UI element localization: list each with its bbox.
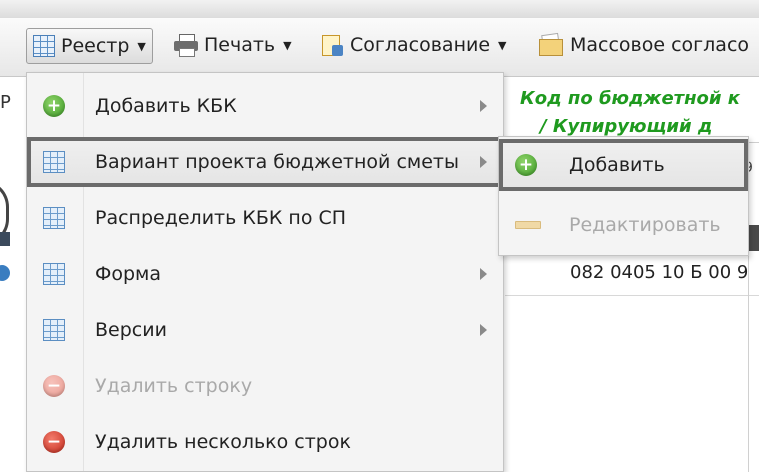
submenu-arrow-icon	[480, 156, 487, 168]
menu-item-label: Вариант проекта бюджетной сметы	[95, 151, 459, 173]
submenu-item-add[interactable]: + Добавить	[499, 139, 748, 191]
menu-item-label: Версии	[95, 319, 167, 341]
toolbar: Реестр ▼ Печать ▼ Согласование ▼ Массово…	[0, 18, 759, 77]
mass-approval-button[interactable]: Массовое согласо	[538, 28, 749, 62]
menu-item-versions[interactable]: Версии	[27, 305, 503, 355]
envelope-icon	[538, 32, 564, 56]
menu-item-label: Удалить строку	[95, 375, 253, 397]
submenu-arrow-icon	[480, 324, 487, 336]
mass-approval-label: Массовое согласо	[570, 34, 750, 56]
menu-item-distribute-kbk[interactable]: Распределить КБК по СП	[27, 193, 503, 243]
column-header-line1: Код по бюджетной к	[520, 88, 741, 109]
registry-label: Реестр	[61, 35, 130, 57]
table-icon	[43, 151, 65, 173]
table-icon	[43, 263, 65, 285]
row-divider	[505, 295, 759, 296]
column-header-line2: / Купирующий д	[540, 116, 713, 137]
submenu-item-label: Добавить	[569, 154, 665, 176]
print-menu-button[interactable]: Печать ▼	[174, 28, 292, 62]
menu-item-label: Добавить КБК	[95, 95, 237, 117]
approval-menu-button[interactable]: Согласование ▼	[320, 28, 507, 62]
submenu-arrow-icon	[480, 268, 487, 280]
grid-cell-code[interactable]: 082 0405 10 Б 00 9	[570, 262, 748, 283]
submenu-item-edit[interactable]: Редактировать	[499, 199, 748, 251]
grid-left-letter: Р	[0, 92, 11, 113]
menu-item-delete-row[interactable]: − Удалить строку	[27, 361, 503, 411]
approval-icon	[320, 33, 344, 57]
menu-item-delete-multiple-rows[interactable]: − Удалить несколько строк	[27, 417, 503, 467]
registry-dropdown-menu: + Добавить КБК Вариант проекта бюджетной…	[26, 72, 504, 472]
menu-item-label: Форма	[95, 263, 162, 285]
registry-menu-button[interactable]: Реестр ▼	[26, 28, 153, 64]
print-label: Печать	[204, 34, 276, 56]
menu-item-add-kbk[interactable]: + Добавить КБК	[27, 81, 503, 131]
table-icon	[43, 207, 65, 229]
approval-label: Согласование	[350, 34, 491, 56]
caret-down-icon: ▼	[137, 39, 146, 53]
left-dark-cell	[0, 232, 10, 246]
submenu-arrow-icon	[480, 100, 487, 112]
top-window-strip	[0, 0, 759, 19]
menu-item-label: Удалить несколько строк	[95, 431, 351, 453]
add-icon: +	[515, 154, 537, 176]
pencil-icon	[515, 221, 541, 229]
budget-draft-submenu: + Добавить Редактировать	[498, 136, 749, 256]
menu-item-label: Распределить КБК по СП	[95, 207, 347, 229]
menu-item-budget-draft-variant[interactable]: Вариант проекта бюджетной сметы	[27, 137, 503, 187]
menu-item-form[interactable]: Форма	[27, 249, 503, 299]
delete-icon: −	[43, 375, 65, 397]
delete-icon: −	[43, 431, 65, 453]
caret-down-icon: ▼	[498, 38, 507, 52]
table-icon	[33, 35, 55, 57]
add-icon: +	[43, 95, 65, 117]
table-icon	[43, 319, 65, 341]
caret-down-icon: ▼	[283, 38, 292, 52]
printer-icon	[174, 34, 198, 57]
submenu-item-label: Редактировать	[569, 214, 721, 236]
